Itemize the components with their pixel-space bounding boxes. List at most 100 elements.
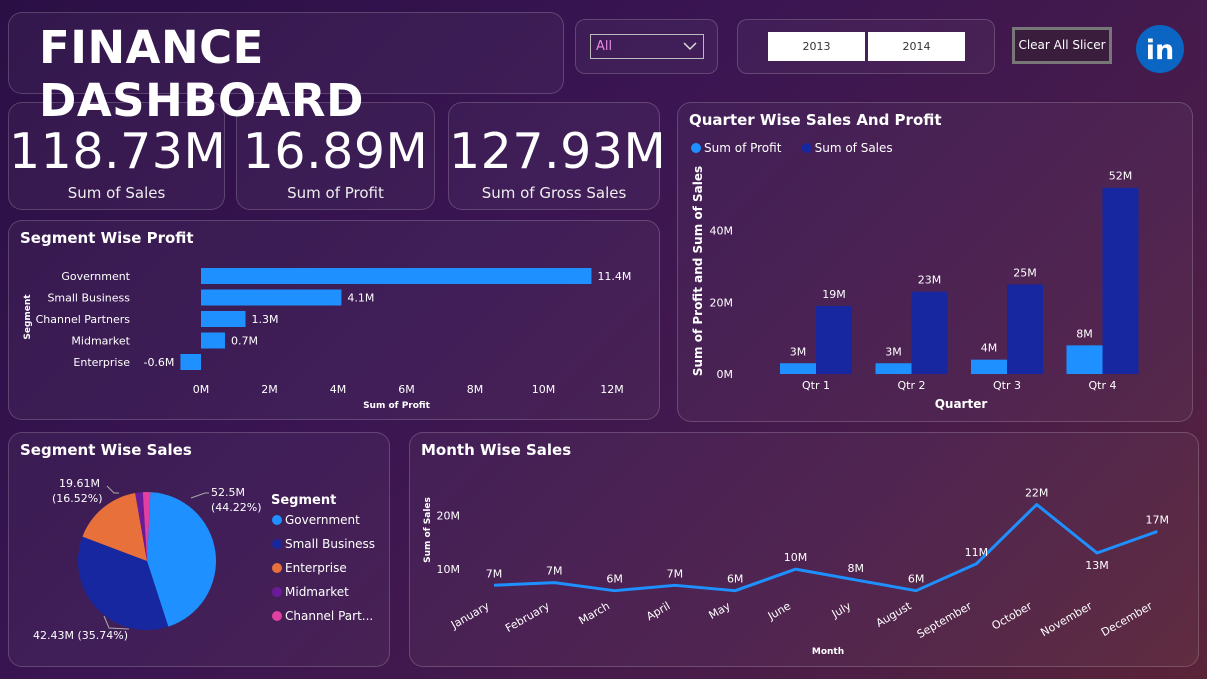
category-label: Enterprise (73, 356, 130, 369)
data-label: 52.5M (211, 486, 245, 499)
data-label: 17M (1146, 513, 1170, 526)
clear-all-slicer-button[interactable]: Clear All Slicer (1012, 27, 1112, 64)
x-axis-title: Quarter (935, 397, 988, 411)
data-label: 7M (667, 567, 684, 580)
leader-line (190, 492, 209, 499)
data-label: (44.22%) (211, 501, 262, 514)
kpi-card-gross-sales: 127.93M Sum of Gross Sales (448, 102, 667, 210)
kpi-value: 16.89M (242, 123, 429, 180)
segment-profit-panel: Segment Wise Profit Government 11.4M Small… (8, 220, 660, 420)
category-label: Midmarket (71, 335, 130, 348)
legend-label: Midmarket (285, 585, 349, 599)
category-label: Small Business (47, 292, 130, 305)
x-axis-title: Month (812, 647, 844, 657)
data-label: 8M (1076, 327, 1093, 340)
legend-marker (272, 563, 282, 573)
data-label: 23M (918, 274, 942, 287)
data-label: 3M (885, 345, 902, 358)
kpi-value: 127.93M (449, 123, 667, 180)
y-tick-label: 20M (710, 296, 734, 309)
profit-bar (201, 311, 246, 327)
segment-sales-panel: Segment Wise Sales 52.5M (44.22%) 42.43M (… (8, 432, 390, 667)
legend-marker (691, 143, 701, 153)
data-label: 52M (1109, 170, 1133, 183)
y-tick-label: 0M (717, 368, 734, 381)
profit-bar (201, 332, 225, 349)
profit-bar (780, 363, 816, 374)
filter-panel: All (575, 19, 718, 74)
profit-bar (1066, 345, 1103, 374)
data-label: 42.43M (35.74%) (33, 629, 128, 642)
x-tick-label: November (1038, 599, 1094, 639)
y-axis-title: Sum of Profit and Sum of Sales (691, 166, 705, 376)
y-axis-title: Sum of Sales (423, 497, 433, 563)
legend-marker (272, 539, 282, 549)
data-label: 4.1M (347, 292, 374, 305)
legend-marker (272, 611, 282, 621)
x-tick-label: June (765, 599, 793, 623)
leader-line (106, 485, 119, 494)
x-tick-label: Qtr 3 (993, 379, 1021, 392)
quarter-chart: Sum of Profit Sum of Sales 0M 20M 40M 3M 19M Qt… (691, 141, 1139, 411)
kpi-label: Sum of Gross Sales (481, 184, 627, 202)
sales-line (493, 503, 1158, 593)
data-label: 6M (727, 573, 744, 586)
data-label: (16.52%) (52, 492, 103, 505)
y-tick-label: 20M (437, 509, 461, 522)
x-tick-label: Qtr 2 (898, 379, 926, 392)
x-tick-label: April (644, 599, 672, 623)
segment-sales-pie-chart: 52.5M (44.22%) 42.43M (35.74%) 19.61M (16.52… (33, 477, 375, 642)
dropdown-value: All (596, 39, 613, 54)
sales-bar (911, 291, 948, 374)
legend-label: Government (285, 513, 360, 527)
legend-marker (801, 143, 812, 153)
profit-bar (875, 363, 912, 374)
y-tick-label: 10M (437, 563, 461, 576)
x-tick-label: September (915, 599, 975, 641)
kpi-value: 118.73M (9, 123, 227, 180)
month-sales-panel: Month Wise Sales 10M 20M 7M 7M 6M 7M 6M 10M 8M 6M… (409, 432, 1199, 667)
legend-label: Sum of Profit (704, 141, 782, 155)
data-label: 0.7M (231, 335, 258, 348)
profit-bar (971, 359, 1007, 374)
year-button-2013[interactable]: 2013 (768, 32, 865, 61)
kpi-card-sales: 118.73M Sum of Sales (8, 102, 227, 210)
x-tick-label: January (448, 599, 492, 632)
year-button-2014[interactable]: 2014 (868, 32, 965, 61)
profit-bar (201, 268, 592, 284)
data-label: 6M (606, 573, 623, 586)
data-label: 19.61M (59, 477, 100, 490)
x-tick-label: December (1099, 599, 1155, 639)
x-tick-label: 2M (261, 383, 278, 396)
x-tick-label: July (829, 599, 854, 621)
year-slicer-panel: 2013 2014 (737, 19, 995, 74)
legend-title: Segment (271, 493, 336, 508)
data-label: 3M (790, 345, 807, 358)
svg-text:in: in (1146, 35, 1174, 66)
x-tick-label: May (706, 599, 733, 622)
data-label: 22M (1025, 487, 1049, 500)
kpi-label: Sum of Sales (67, 184, 166, 202)
x-tick-label: 12M (600, 383, 624, 396)
data-label: 11.4M (597, 270, 631, 283)
x-tick-label: Qtr 4 (1089, 379, 1117, 392)
data-label: 19M (822, 288, 846, 301)
legend-label: Small Business (285, 537, 375, 551)
x-tick-label: Qtr 1 (802, 379, 830, 392)
sales-bar (816, 305, 852, 374)
x-tick-label: 6M (398, 383, 415, 396)
category-label: Channel Partners (36, 313, 131, 326)
segment-dropdown[interactable]: All (590, 34, 704, 59)
linkedin-icon[interactable]: in (1135, 24, 1185, 74)
legend-label: Sum of Sales (815, 141, 893, 155)
data-label: 11M (965, 546, 989, 559)
data-label: -0.6M (143, 356, 174, 369)
x-tick-label: 4M (330, 383, 347, 396)
profit-bar (201, 289, 342, 306)
legend-marker (272, 587, 282, 597)
title-panel: FINANCE DASHBOARD (8, 12, 564, 127)
x-tick-label: October (990, 599, 1035, 633)
x-tick-label: 0M (193, 383, 210, 396)
data-label: 1.3M (252, 313, 279, 326)
sales-bar (1007, 284, 1043, 374)
